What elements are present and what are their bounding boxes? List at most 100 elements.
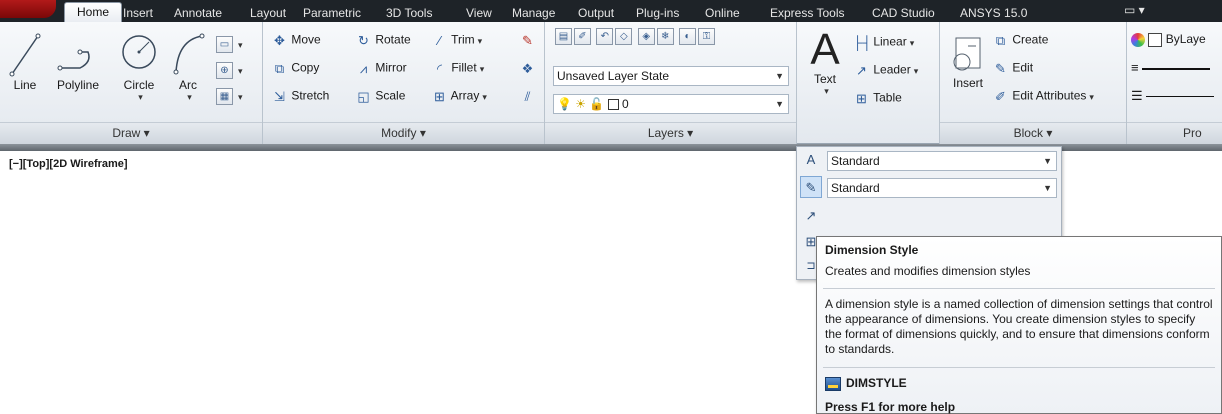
rotate-button[interactable]: ↻ Rotate bbox=[355, 32, 411, 49]
edit-attributes-button[interactable]: ✐ Edit Attributes ▾ bbox=[992, 88, 1094, 105]
layer-isolate-icon[interactable]: ◇ bbox=[615, 28, 633, 45]
stretch-icon: ⇲ bbox=[274, 89, 285, 104]
tab-insert[interactable]: Insert bbox=[123, 4, 153, 22]
stretch-button[interactable]: ⇲ Stretch bbox=[271, 88, 329, 105]
mirror-button[interactable]: ⩘ Mirror bbox=[355, 60, 407, 77]
edit-label: Edit bbox=[1012, 60, 1034, 75]
tab-ansys[interactable]: ANSYS 15.0 bbox=[960, 4, 1027, 22]
properties-panel-title[interactable]: Pro bbox=[1127, 122, 1222, 144]
block-panel: Insert ⧉ Create ✎ Edit ✐ Edit Attributes… bbox=[940, 22, 1127, 144]
explode-icon: ❖ bbox=[521, 61, 534, 76]
rectangle-dropdown-arrow[interactable]: ▾ bbox=[238, 40, 243, 50]
explode-button[interactable]: ❖ bbox=[519, 60, 536, 77]
boundary-dropdown-arrow[interactable]: ▾ bbox=[238, 92, 243, 102]
tab-manage[interactable]: Manage bbox=[512, 4, 555, 22]
arc-button[interactable]: Arc ▾ bbox=[168, 30, 208, 103]
mirror-label: Mirror bbox=[375, 60, 407, 75]
viewport-controls-label[interactable]: [−][Top][2D Wireframe] bbox=[9, 158, 128, 170]
tab-output[interactable]: Output bbox=[578, 4, 614, 22]
color-wheel-icon bbox=[1131, 32, 1145, 47]
fillet-dropdown-arrow[interactable]: ▾ bbox=[480, 64, 485, 74]
layer-match-icon[interactable]: ✐ bbox=[574, 28, 591, 45]
text-icon: A bbox=[810, 25, 840, 74]
erase-icon: ✎ bbox=[522, 33, 533, 48]
scale-button[interactable]: ◱ Scale bbox=[355, 88, 405, 105]
tab-annotate[interactable]: Annotate bbox=[174, 4, 222, 22]
leader-dropdown-arrow[interactable]: ▾ bbox=[914, 66, 919, 76]
scale-icon: ◱ bbox=[357, 89, 370, 104]
layer-dropdown[interactable]: 💡 ☀ 🔓 0 ▼ bbox=[553, 94, 789, 114]
text-style-dropdown[interactable]: Standard ▼ bbox=[827, 151, 1057, 171]
insert-button[interactable]: Insert bbox=[946, 32, 990, 90]
offset-button[interactable]: ⫽ bbox=[519, 88, 536, 105]
move-button[interactable]: ✥ Move bbox=[271, 32, 321, 49]
lightbulb-icon: 💡 bbox=[557, 97, 572, 111]
multileader-style-icon[interactable]: ↗ bbox=[800, 205, 822, 227]
array-dropdown-arrow[interactable]: ▾ bbox=[482, 92, 487, 102]
leader-button[interactable]: ↗ Leader ▾ bbox=[853, 62, 918, 79]
application-menu-button[interactable] bbox=[0, 0, 56, 18]
draw-panel-title[interactable]: Draw ▾ bbox=[0, 122, 262, 144]
tab-3d-tools[interactable]: 3D Tools bbox=[386, 4, 432, 22]
sun-icon: ☀ bbox=[575, 97, 587, 111]
copy-button[interactable]: ⧉ Copy bbox=[271, 60, 320, 77]
linetype-control[interactable]: ☰ bbox=[1131, 88, 1222, 104]
edit-block-button[interactable]: ✎ Edit bbox=[992, 60, 1033, 77]
text-dropdown-arrow[interactable]: ▾ bbox=[808, 86, 845, 97]
hatch-button[interactable]: ⊕ ▾ bbox=[216, 62, 243, 79]
tooltip-short-description: Creates and modifies dimension styles bbox=[825, 264, 1031, 278]
trim-dropdown-arrow[interactable]: ▾ bbox=[478, 36, 483, 46]
layer-unisolate-icon[interactable]: ◈ bbox=[637, 28, 655, 45]
text-button[interactable]: A Text ▾ bbox=[805, 28, 845, 97]
linear-dimension-icon: ├┤ bbox=[853, 35, 872, 50]
layer-state-dropdown[interactable]: Unsaved Layer State ▼ bbox=[553, 66, 789, 86]
rectangle-icon: ▭ bbox=[216, 36, 233, 53]
layer-off-icon[interactable]: ◐ bbox=[679, 28, 697, 45]
layer-lock-icon[interactable]: ⚿ bbox=[698, 28, 716, 45]
tab-online[interactable]: Online bbox=[705, 4, 740, 22]
tab-parametric[interactable]: Parametric bbox=[303, 4, 361, 22]
text-style-icon[interactable]: A bbox=[800, 149, 822, 171]
hatch-dropdown-arrow[interactable]: ▾ bbox=[238, 66, 243, 76]
table-button[interactable]: ⊞ Table bbox=[853, 90, 902, 107]
modify-panel-title[interactable]: Modify ▾ bbox=[263, 122, 544, 144]
workspace-switch-button[interactable]: ▭ ▾ bbox=[1124, 3, 1145, 17]
tab-home[interactable]: Home bbox=[64, 2, 123, 22]
ribbon-tab-bar: Home Insert Annotate Layout Parametric 3… bbox=[0, 0, 1222, 22]
fillet-button[interactable]: ◜ Fillet ▾ bbox=[431, 60, 484, 77]
dimension-style-dropdown[interactable]: Standard ▼ bbox=[827, 178, 1057, 198]
edit-attributes-dropdown-arrow[interactable]: ▾ bbox=[1089, 92, 1094, 102]
layer-properties-icon[interactable]: ▤ bbox=[555, 28, 572, 45]
block-panel-title[interactable]: Block ▾ bbox=[940, 122, 1126, 144]
tab-plug-ins[interactable]: Plug-ins bbox=[636, 4, 679, 22]
tab-cad-studio[interactable]: CAD Studio bbox=[872, 4, 935, 22]
polyline-button[interactable]: Polyline bbox=[50, 30, 106, 92]
layers-panel-title[interactable]: Layers ▾ bbox=[545, 122, 796, 144]
circle-dropdown-arrow[interactable]: ▾ bbox=[121, 92, 160, 103]
edit-attributes-icon: ✐ bbox=[995, 89, 1006, 104]
color-control[interactable]: ByLaye bbox=[1131, 32, 1206, 47]
erase-button[interactable]: ✎ bbox=[519, 32, 536, 49]
rectangle-button[interactable]: ▭ ▾ bbox=[216, 36, 243, 53]
array-button[interactable]: ⊞ Array ▾ bbox=[431, 88, 487, 105]
tab-layout[interactable]: Layout bbox=[250, 4, 286, 22]
linear-dimension-button[interactable]: ├┤ Linear ▾ bbox=[853, 34, 914, 51]
trim-button[interactable]: ⁄ Trim ▾ bbox=[431, 32, 482, 49]
create-block-button[interactable]: ⧉ Create bbox=[992, 32, 1049, 49]
ribbon: Line Polyline Circle ▾ Arc ▾ ▭ ▾ ⊕ ▾ ▦ ▾ Dr… bbox=[0, 22, 1222, 144]
layer-previous-icon[interactable]: ↶ bbox=[596, 28, 614, 45]
dimstyle-command-icon bbox=[825, 376, 841, 391]
array-label: Array bbox=[450, 88, 480, 103]
dimension-style-icon[interactable]: ✎ bbox=[800, 176, 822, 198]
circle-button[interactable]: Circle ▾ bbox=[118, 30, 160, 103]
tab-express-tools[interactable]: Express Tools bbox=[770, 4, 844, 22]
lineweight-control[interactable]: ≡ bbox=[1131, 60, 1222, 75]
line-button[interactable]: Line bbox=[8, 30, 42, 92]
tooltip-divider bbox=[823, 288, 1215, 289]
boundary-button[interactable]: ▦ ▾ bbox=[216, 88, 243, 105]
linear-dropdown-arrow[interactable]: ▾ bbox=[910, 38, 915, 48]
dimension-style-value: Standard bbox=[831, 181, 880, 195]
tab-view[interactable]: View bbox=[466, 4, 492, 22]
arc-dropdown-arrow[interactable]: ▾ bbox=[171, 92, 208, 103]
layer-freeze-icon[interactable]: ❄ bbox=[656, 28, 674, 45]
